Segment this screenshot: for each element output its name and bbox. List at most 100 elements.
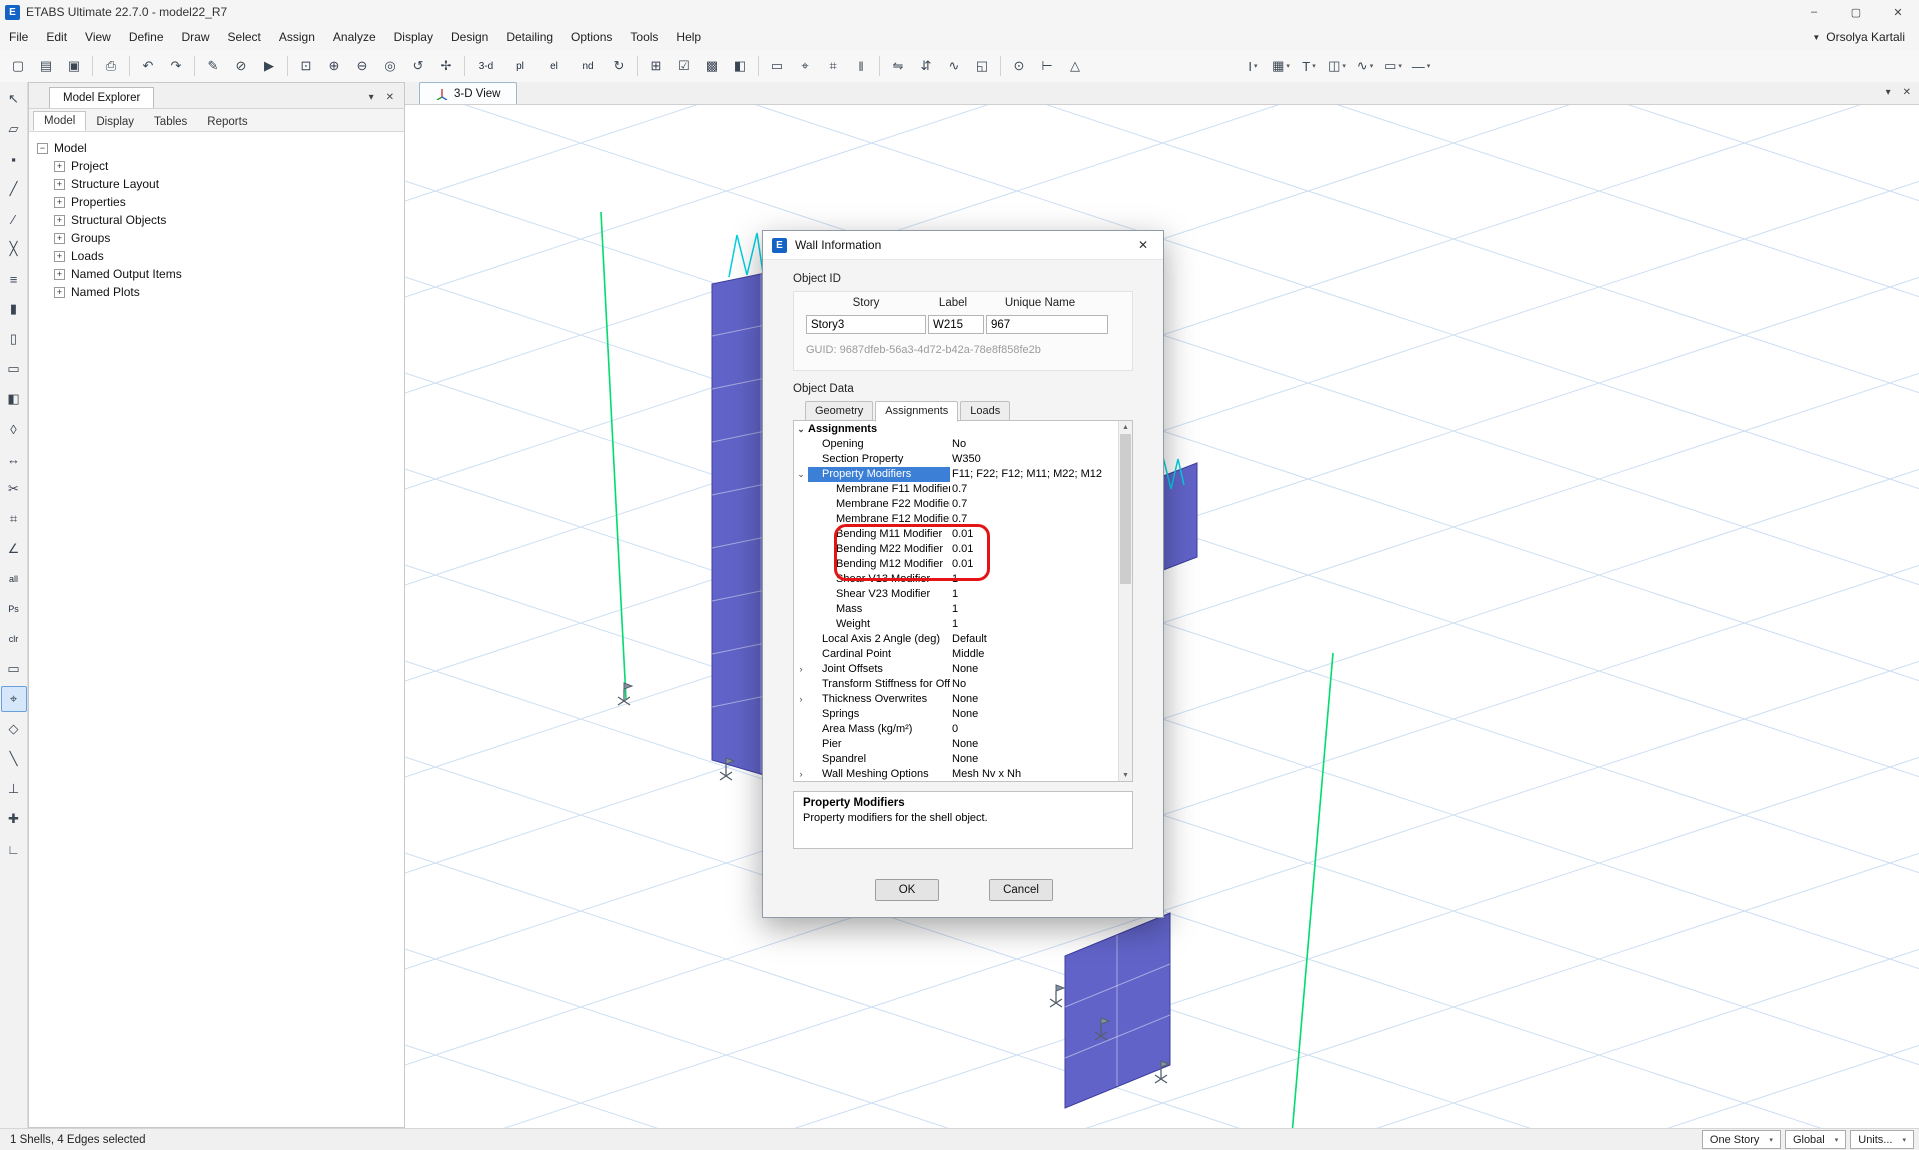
- grid-row-weight[interactable]: Weight1: [794, 617, 1119, 632]
- text-display-icon[interactable]: T▾: [1296, 53, 1322, 79]
- force-diagram-icon[interactable]: ∿▾: [1352, 53, 1378, 79]
- grid-row-property-modifiers[interactable]: ⌄Property ModifiersF11; F22; F12; M11; M…: [794, 467, 1119, 482]
- snap-to-joints-icon[interactable]: ⌖: [1, 686, 27, 712]
- maximize-button[interactable]: ▢: [1835, 0, 1877, 24]
- draw-dimension-icon[interactable]: ↔: [1, 446, 27, 472]
- minimize-button[interactable]: –: [1793, 0, 1835, 24]
- view-named-button[interactable]: nd: [572, 53, 604, 79]
- table-display-icon[interactable]: ◫▾: [1324, 53, 1350, 79]
- draw-area-icon[interactable]: ▭: [764, 53, 790, 79]
- draw-wall-icon[interactable]: ▮: [1, 296, 27, 322]
- zoom-in-icon[interactable]: ⊕: [321, 53, 347, 79]
- expand-arrow-icon[interactable]: ›: [794, 692, 808, 707]
- grid-row-local-axis-2-angle-deg-[interactable]: Local Axis 2 Angle (deg)Default: [794, 632, 1119, 647]
- model-explorer-title[interactable]: Model Explorer: [49, 87, 154, 108]
- dialog-tab-loads[interactable]: Loads: [960, 401, 1010, 421]
- collapse-arrow-icon[interactable]: ⌄: [794, 467, 808, 482]
- run-analysis-icon[interactable]: ▶: [256, 53, 282, 79]
- line-style-icon[interactable]: —▾: [1408, 53, 1434, 79]
- unique-name-field[interactable]: [986, 315, 1108, 334]
- tree-item-structure-layout[interactable]: +Structure Layout: [37, 175, 404, 193]
- viewtab-dropdown-icon[interactable]: ▾: [1886, 87, 1891, 98]
- section-cut-icon[interactable]: I▾: [1240, 53, 1266, 79]
- assign-area-icon[interactable]: △: [1062, 53, 1088, 79]
- zoom-full-view-icon[interactable]: ◎: [377, 53, 403, 79]
- grid-row-transform-stiffness-for-offsets[interactable]: Transform Stiffness for OffsetsNo: [794, 677, 1119, 692]
- redo-icon[interactable]: ↷: [163, 53, 189, 79]
- menu-analyze[interactable]: Analyze: [324, 24, 385, 50]
- grid-scrollbar[interactable]: ▲ ▼: [1118, 421, 1132, 781]
- rubber-band-zoom-icon[interactable]: ⊡: [293, 53, 319, 79]
- menu-file[interactable]: File: [0, 24, 37, 50]
- measure-angle-icon[interactable]: ∠: [1, 536, 27, 562]
- draw-pencil-icon[interactable]: ✎: [200, 53, 226, 79]
- grid-row-shear-v13-modifier[interactable]: Shear V13 Modifier1: [794, 572, 1119, 587]
- explorer-tab-reports[interactable]: Reports: [197, 113, 257, 131]
- tree-item-named-plots[interactable]: +Named Plots: [37, 283, 404, 301]
- story-field[interactable]: [806, 315, 926, 334]
- merge-icon[interactable]: ◱: [969, 53, 995, 79]
- explorer-tab-display[interactable]: Display: [86, 113, 144, 131]
- grid-row-spandrel[interactable]: SpandrelNone: [794, 752, 1119, 767]
- collapse-icon[interactable]: −: [37, 143, 48, 154]
- rotate-3d-view-icon[interactable]: ↻: [606, 53, 632, 79]
- grid-row-area-mass-kg-m-[interactable]: Area Mass (kg/m²)0: [794, 722, 1119, 737]
- explorer-tab-model[interactable]: Model: [33, 111, 86, 131]
- draw-section-cut-icon[interactable]: ✂: [1, 476, 27, 502]
- menu-tools[interactable]: Tools: [621, 24, 667, 50]
- expand-icon[interactable]: +: [54, 197, 65, 208]
- tree-item-structural-objects[interactable]: +Structural Objects: [37, 211, 404, 229]
- collapse-arrow-icon[interactable]: ⌄: [794, 422, 808, 437]
- quick-draw-secondary-beams-icon[interactable]: ≡: [1, 266, 27, 292]
- menu-view[interactable]: View: [76, 24, 120, 50]
- status-dropdown-units-[interactable]: Units...▾: [1850, 1130, 1914, 1149]
- explorer-dropdown-icon[interactable]: ▾: [369, 92, 374, 103]
- print-icon[interactable]: ⎙: [98, 53, 124, 79]
- extrude-toggle-icon[interactable]: ◧: [727, 53, 753, 79]
- viewtab-close-icon[interactable]: ✕: [1903, 87, 1911, 98]
- draw-floor-icon[interactable]: ▭: [1, 356, 27, 382]
- explorer-close-icon[interactable]: ✕: [386, 92, 394, 103]
- grid-options-icon[interactable]: ⌗: [820, 53, 846, 79]
- grid-row-membrane-f12-modifier[interactable]: Membrane F12 Modifier0.7: [794, 512, 1119, 527]
- quick-draw-brace-icon[interactable]: ╳: [1, 236, 27, 262]
- draw-joint-icon[interactable]: ▪: [1, 146, 27, 172]
- snap-options-icon[interactable]: ⌖: [792, 53, 818, 79]
- grid-row-assignments[interactable]: ⌄Assignments: [794, 421, 1119, 437]
- explorer-tab-tables[interactable]: Tables: [144, 113, 197, 131]
- grid-row-thickness-overwrites[interactable]: ›Thickness OverwritesNone: [794, 692, 1119, 707]
- reshape-object-icon[interactable]: ▱: [1, 116, 27, 142]
- expand-icon[interactable]: +: [54, 287, 65, 298]
- grid-row-pier[interactable]: PierNone: [794, 737, 1119, 752]
- view-plan-button[interactable]: pl: [504, 53, 536, 79]
- new-model-icon[interactable]: ▢: [5, 53, 31, 79]
- cancel-button[interactable]: Cancel: [989, 879, 1053, 901]
- grid-row-springs[interactable]: SpringsNone: [794, 707, 1119, 722]
- dialog-titlebar[interactable]: E Wall Information ✕: [763, 231, 1163, 260]
- dialog-close-button[interactable]: ✕: [1123, 238, 1163, 252]
- assign-joint-icon[interactable]: ⊙: [1006, 53, 1032, 79]
- menu-assign[interactable]: Assign: [270, 24, 324, 50]
- flip-icon[interactable]: ⇋: [885, 53, 911, 79]
- dialog-tab-geometry[interactable]: Geometry: [805, 401, 873, 421]
- draw-null-area-icon[interactable]: ◊: [1, 416, 27, 442]
- quick-draw-floor-icon[interactable]: ◧: [1, 386, 27, 412]
- grid-row-bending-m11-modifier[interactable]: Bending M11 Modifier0.01: [794, 527, 1119, 542]
- align-icon[interactable]: ⇵: [913, 53, 939, 79]
- assign-frame-icon[interactable]: ⊢: [1034, 53, 1060, 79]
- tree-item-loads[interactable]: +Loads: [37, 247, 404, 265]
- draw-frame-icon[interactable]: ╱: [1, 176, 27, 202]
- tree-item-model[interactable]: −Model: [37, 139, 404, 157]
- scroll-down-icon[interactable]: ▼: [1122, 769, 1129, 781]
- grid-row-cardinal-point[interactable]: Cardinal PointMiddle: [794, 647, 1119, 662]
- show-all-button[interactable]: all: [1, 566, 27, 592]
- quick-draw-wall-icon[interactable]: ▯: [1, 326, 27, 352]
- grid-row-opening[interactable]: OpeningNo: [794, 437, 1119, 452]
- scroll-up-icon[interactable]: ▲: [1122, 421, 1129, 433]
- expand-icon[interactable]: +: [54, 233, 65, 244]
- grid-row-section-property[interactable]: Section PropertyW350: [794, 452, 1119, 467]
- expand-icon[interactable]: +: [54, 251, 65, 262]
- open-model-icon[interactable]: ▤: [33, 53, 59, 79]
- zoom-out-icon[interactable]: ⊖: [349, 53, 375, 79]
- expand-icon[interactable]: +: [54, 269, 65, 280]
